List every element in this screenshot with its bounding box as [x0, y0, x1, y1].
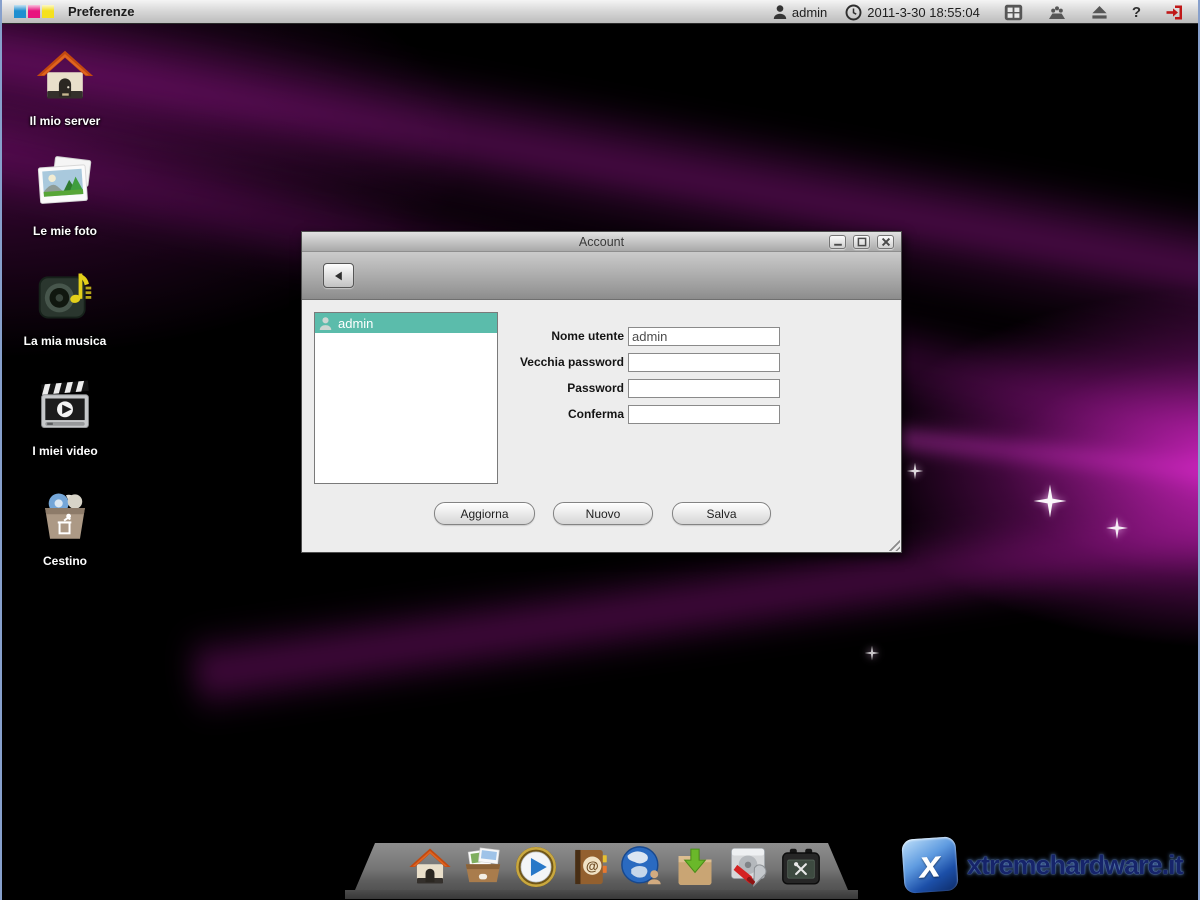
music-icon	[35, 260, 95, 326]
watermark: x xtremehardware.it	[901, 836, 1184, 894]
desktop: Preferenze admin 2011-3-30 18:55:04 ? Il…	[0, 0, 1200, 900]
window-titlebar[interactable]: Account	[302, 232, 901, 252]
clock-display: 2011-3-30 18:55:04	[845, 0, 980, 24]
clock-icon	[845, 4, 862, 21]
form-row-old-password: Vecchia password	[302, 352, 780, 372]
home-icon	[35, 40, 95, 106]
desktop-item-label: Il mio server	[29, 114, 101, 128]
save-button[interactable]: Salva	[672, 502, 771, 525]
form-row-password: Password	[302, 378, 780, 398]
dock-media-player-icon[interactable]	[513, 844, 559, 890]
password-input[interactable]	[628, 378, 780, 398]
user-icon	[773, 4, 787, 20]
sparkle-icon	[906, 462, 924, 480]
help-icon[interactable]: ?	[1132, 4, 1141, 21]
screen-border-left	[0, 0, 2, 900]
dock-disk-utility-icon[interactable]	[725, 844, 771, 890]
desktop-item-server[interactable]: Il mio server	[8, 40, 122, 150]
svg-text:@: @	[586, 858, 599, 873]
desktop-item-music[interactable]: La mia musica	[8, 260, 122, 370]
form-row-confirm: Conferma	[302, 404, 780, 424]
trash-icon	[36, 480, 94, 546]
widgets-icon[interactable]	[1047, 4, 1067, 20]
username-field-label: Nome utente	[551, 329, 624, 343]
brand-logo-icon	[14, 5, 54, 18]
window-toolbar	[302, 252, 901, 300]
dock-home-icon[interactable]	[407, 844, 453, 890]
window-title: Account	[578, 235, 625, 249]
sparkle-icon	[1106, 517, 1128, 539]
window-manager-icon[interactable]	[1004, 4, 1023, 21]
logout-icon[interactable]	[1165, 4, 1184, 21]
desktop-item-label: La mia musica	[23, 334, 107, 348]
confirm-input[interactable]	[628, 404, 780, 424]
maximize-icon	[857, 237, 866, 247]
minimize-button[interactable]	[829, 235, 846, 249]
minimize-icon	[833, 243, 842, 246]
sparkle-icon	[1033, 484, 1067, 518]
maximize-button[interactable]	[853, 235, 870, 249]
dock-address-book-icon[interactable]: @	[566, 844, 612, 890]
eject-icon[interactable]	[1091, 5, 1108, 20]
old-password-field-label: Vecchia password	[519, 355, 624, 369]
account-window: Account admin Nome utente admin Vecchia …	[301, 231, 902, 553]
desktop-item-photos[interactable]: Le mie foto	[8, 150, 122, 260]
dock-pedestal	[345, 890, 858, 899]
desktop-item-label: Le mie foto	[32, 224, 97, 238]
xtremehardware-logo-icon: x	[901, 836, 959, 894]
dock-network-globe-icon[interactable]	[619, 844, 665, 890]
videos-icon	[34, 370, 96, 436]
new-button[interactable]: Nuovo	[553, 502, 653, 525]
photos-icon	[34, 150, 96, 216]
sparkle-icon	[864, 645, 880, 661]
back-arrow-icon	[334, 271, 342, 280]
username-label: admin	[791, 4, 828, 20]
menu-preferences[interactable]: Preferenze	[68, 0, 134, 24]
dock-download-folder-icon[interactable]	[672, 844, 718, 890]
desktop-item-label: I miei video	[32, 444, 98, 458]
datetime-label: 2011-3-30 18:55:04	[867, 4, 980, 20]
current-user[interactable]: admin	[773, 0, 827, 24]
dock-photo-box-icon[interactable]	[460, 844, 506, 890]
back-button[interactable]	[323, 263, 354, 288]
update-button[interactable]: Aggiorna	[434, 502, 535, 525]
dock-backup-device-icon[interactable]	[778, 844, 824, 890]
top-menubar: Preferenze admin 2011-3-30 18:55:04 ?	[0, 0, 1200, 24]
password-field-label: Password	[567, 381, 624, 395]
confirm-field-label: Conferma	[567, 407, 624, 421]
close-icon	[881, 237, 890, 247]
desktop-item-videos[interactable]: I miei video	[8, 370, 122, 480]
watermark-text: xtremehardware.it	[967, 849, 1184, 880]
close-button[interactable]	[877, 235, 894, 249]
form-row-username: Nome utente	[302, 326, 780, 346]
username-input[interactable]	[628, 326, 780, 346]
desktop-item-trash[interactable]: Cestino	[8, 480, 122, 590]
old-password-input[interactable]	[628, 352, 780, 372]
desktop-item-label: Cestino	[42, 554, 87, 568]
window-content: admin Nome utente Vecchia password Passw…	[302, 300, 901, 552]
